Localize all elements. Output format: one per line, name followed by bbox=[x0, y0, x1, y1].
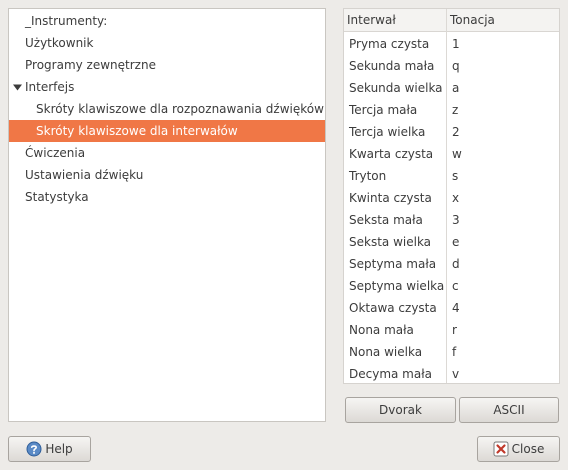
tree-item-statystyka[interactable]: Statystyka bbox=[9, 186, 325, 208]
tree-item-programy-zewnetrzne[interactable]: Programy zewnętrzne bbox=[9, 54, 325, 76]
help-button-label: Help bbox=[45, 442, 73, 456]
tree-item-skroty-interwaly[interactable]: Skróty klawiszowe dla interwałów bbox=[9, 120, 325, 142]
interval-shortcuts-table: Interwał Tonacja Pryma czysta 1 Sekunda ma… bbox=[343, 8, 560, 384]
interval-cell: Kwinta czysta bbox=[349, 191, 432, 205]
interval-cell: Sekunda mała bbox=[349, 59, 435, 73]
tree-item-label: Ustawienia dźwięku bbox=[25, 168, 144, 182]
key-cell[interactable]: v bbox=[452, 363, 459, 385]
tree-item-label: Użytkownik bbox=[25, 36, 94, 50]
key-cell[interactable]: a bbox=[452, 77, 459, 99]
help-icon bbox=[26, 441, 42, 457]
column-header-interval[interactable]: Interwał bbox=[347, 9, 396, 31]
table-row[interactable]: Septyma wielka c bbox=[344, 275, 559, 297]
tree-item-label: Skróty klawiszowe dla rozpoznawania dźwi… bbox=[36, 102, 324, 116]
tree-item-instrumenty[interactable]: _Instrumenty: bbox=[9, 10, 325, 32]
interval-cell: Nona wielka bbox=[349, 345, 423, 359]
interval-cell: Nona mała bbox=[349, 323, 414, 337]
tree-item-interfejs[interactable]: Interfejs bbox=[9, 76, 325, 98]
tree-item-ustawienia-dzwieku[interactable]: Ustawienia dźwięku bbox=[9, 164, 325, 186]
table-row[interactable]: Nona mała r bbox=[344, 319, 559, 341]
tree-item-label: Skróty klawiszowe dla interwałów bbox=[36, 124, 238, 138]
interval-cell: Tercja mała bbox=[349, 103, 418, 117]
interval-cell: Seksta wielka bbox=[349, 235, 432, 249]
interval-cell: Septyma mała bbox=[349, 257, 437, 271]
table-row[interactable]: Sekunda wielka a bbox=[344, 77, 559, 99]
column-header-key[interactable]: Tonacja bbox=[450, 9, 495, 31]
table-row[interactable]: Oktawa czysta 4 bbox=[344, 297, 559, 319]
table-row[interactable]: Sekunda mała q bbox=[344, 55, 559, 77]
key-cell[interactable]: w bbox=[452, 143, 462, 165]
dvorak-button-label: Dvorak bbox=[379, 403, 422, 417]
interval-cell: Decyma mała bbox=[349, 367, 432, 381]
interval-cell: Septyma wielka bbox=[349, 279, 445, 293]
help-button[interactable]: Help bbox=[8, 436, 91, 462]
interval-cell: Tercja wielka bbox=[349, 125, 426, 139]
tree-item-label: _Instrumenty: bbox=[25, 14, 108, 28]
key-cell[interactable]: 1 bbox=[452, 33, 460, 55]
table-row[interactable]: Tercja wielka 2 bbox=[344, 121, 559, 143]
key-cell[interactable]: x bbox=[452, 187, 459, 209]
tree-item-label: Statystyka bbox=[25, 190, 89, 204]
key-cell[interactable]: 4 bbox=[452, 297, 460, 319]
close-icon bbox=[493, 441, 509, 457]
expander-expanded-icon[interactable] bbox=[12, 76, 22, 98]
key-cell[interactable]: s bbox=[452, 165, 458, 187]
key-cell[interactable]: z bbox=[452, 99, 458, 121]
interval-cell: Oktawa czysta bbox=[349, 301, 437, 315]
key-cell[interactable]: d bbox=[452, 253, 460, 275]
key-cell[interactable]: r bbox=[452, 319, 457, 341]
interval-cell: Sekunda wielka bbox=[349, 81, 443, 95]
interval-cell: Pryma czysta bbox=[349, 37, 430, 51]
tree-item-uzytkownik[interactable]: Użytkownik bbox=[9, 32, 325, 54]
key-cell[interactable]: c bbox=[452, 275, 459, 297]
key-cell[interactable]: e bbox=[452, 231, 459, 253]
key-cell[interactable]: q bbox=[452, 55, 460, 77]
interval-cell: Kwarta czysta bbox=[349, 147, 434, 161]
table-row[interactable]: Decyma mała v bbox=[344, 363, 559, 385]
table-row[interactable]: Pryma czysta 1 bbox=[344, 33, 559, 55]
table-row[interactable]: Septyma mała d bbox=[344, 253, 559, 275]
table-row[interactable]: Seksta mała 3 bbox=[344, 209, 559, 231]
close-button[interactable]: Close bbox=[477, 436, 560, 462]
tree-item-label: Interfejs bbox=[25, 80, 75, 94]
ascii-button-label: ASCII bbox=[493, 403, 525, 417]
ascii-button[interactable]: ASCII bbox=[459, 397, 559, 423]
key-cell[interactable]: 2 bbox=[452, 121, 460, 143]
interval-cell: Tryton bbox=[349, 169, 387, 183]
close-button-label: Close bbox=[511, 442, 545, 456]
table-row[interactable]: Tercja mała z bbox=[344, 99, 559, 121]
table-row[interactable]: Tryton s bbox=[344, 165, 559, 187]
table-row[interactable]: Kwinta czysta x bbox=[344, 187, 559, 209]
preferences-tree[interactable]: _Instrumenty: Użytkownik Programy zewnęt… bbox=[8, 8, 326, 422]
tree-item-skroty-rozpoznawanie[interactable]: Skróty klawiszowe dla rozpoznawania dźwi… bbox=[9, 98, 325, 120]
tree-item-cwiczenia[interactable]: Ćwiczenia bbox=[9, 142, 325, 164]
table-row[interactable]: Seksta wielka e bbox=[344, 231, 559, 253]
key-cell[interactable]: 3 bbox=[452, 209, 460, 231]
table-row[interactable]: Nona wielka f bbox=[344, 341, 559, 363]
table-row[interactable]: Kwarta czysta w bbox=[344, 143, 559, 165]
dvorak-button[interactable]: Dvorak bbox=[345, 397, 456, 423]
interval-cell: Seksta mała bbox=[349, 213, 423, 227]
key-cell[interactable]: f bbox=[452, 341, 456, 363]
tree-item-label: Ćwiczenia bbox=[25, 146, 86, 160]
tree-item-label: Programy zewnętrzne bbox=[25, 58, 156, 72]
table-header: Interwał Tonacja bbox=[344, 9, 559, 32]
